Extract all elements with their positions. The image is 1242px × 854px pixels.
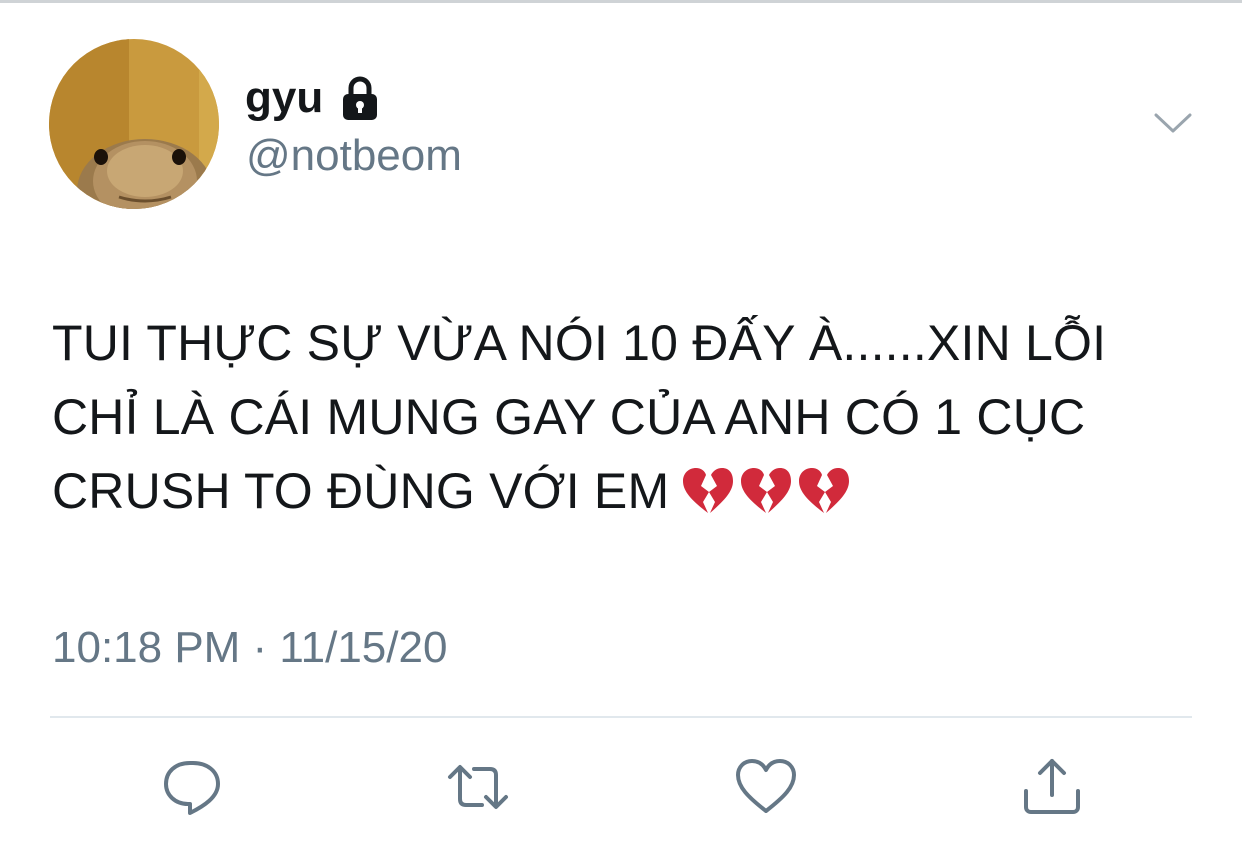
broken-heart-icon bbox=[741, 468, 792, 513]
display-name[interactable]: gyu bbox=[245, 76, 323, 120]
heart-icon bbox=[736, 759, 796, 813]
retweet-button[interactable] bbox=[446, 755, 510, 819]
action-divider bbox=[50, 716, 1192, 718]
tweet-timestamp[interactable]: 10:18 PM · 11/15/20 bbox=[52, 622, 447, 675]
tweet-text: TUI THỰC SỰ VỪA NÓI 10 ĐẤY À......XIN LỖ… bbox=[52, 306, 1202, 536]
top-divider bbox=[0, 0, 1242, 3]
broken-heart-icon bbox=[683, 468, 734, 513]
chevron-down-icon bbox=[1154, 113, 1192, 133]
retweet-icon bbox=[448, 765, 508, 809]
avatar[interactable] bbox=[49, 39, 219, 209]
more-options-button[interactable] bbox=[1150, 103, 1196, 143]
name-row: gyu bbox=[245, 68, 379, 128]
broken-heart-emojis bbox=[681, 462, 855, 536]
tweet-body: TUI THỰC SỰ VỪA NÓI 10 ĐẤY À......XIN LỖ… bbox=[52, 315, 1107, 519]
lock-icon bbox=[343, 76, 378, 120]
lizard-avatar-image bbox=[49, 39, 219, 209]
share-icon bbox=[1024, 759, 1080, 814]
user-handle[interactable]: @notbeom bbox=[246, 131, 462, 180]
like-button[interactable] bbox=[734, 755, 798, 819]
broken-heart-icon bbox=[799, 468, 850, 513]
share-button[interactable] bbox=[1020, 755, 1084, 819]
reply-icon bbox=[164, 761, 220, 815]
reply-button[interactable] bbox=[160, 755, 224, 819]
